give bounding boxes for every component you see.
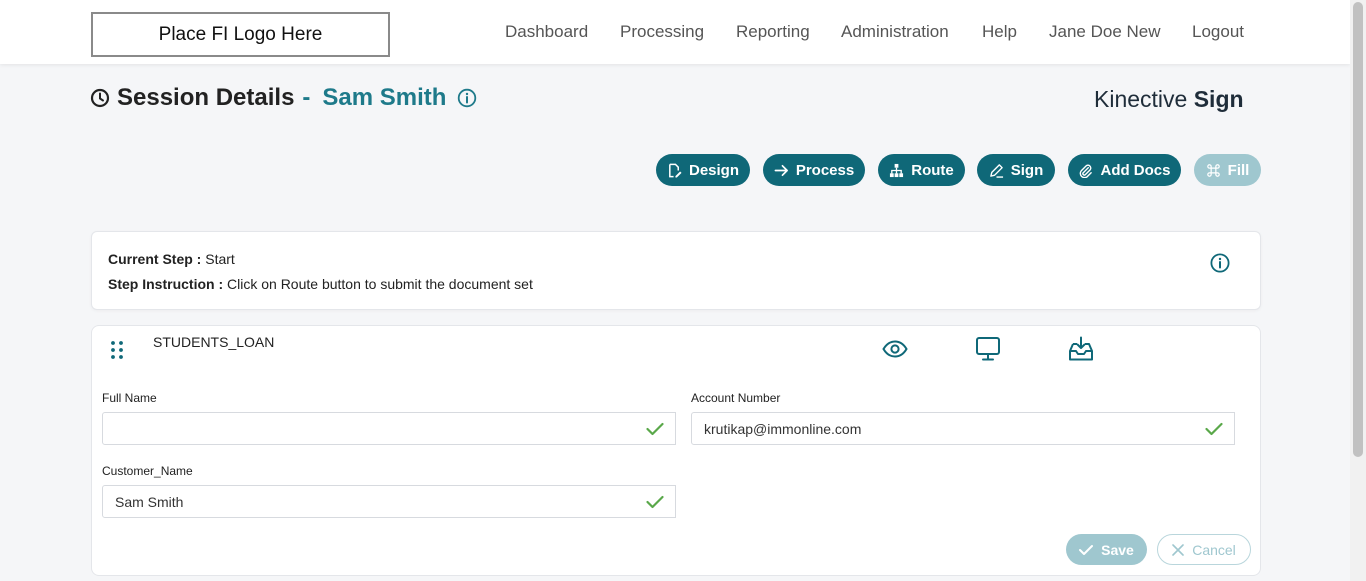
current-step-value: Start	[205, 251, 235, 267]
route-label: Route	[911, 161, 954, 179]
save-button[interactable]: Save	[1066, 534, 1147, 565]
current-step-label: Current Step :	[108, 251, 202, 267]
close-icon	[1172, 543, 1185, 556]
document-name: STUDENTS_LOAN	[153, 334, 275, 350]
drag-handle-icon[interactable]	[109, 340, 125, 360]
command-icon	[1206, 163, 1220, 177]
clock-icon	[90, 88, 110, 108]
logo-text: Place FI Logo Here	[158, 23, 323, 45]
nav-administration-label[interactable]: Administration	[841, 22, 949, 42]
check-icon	[1205, 422, 1223, 435]
save-label: Save	[1101, 541, 1134, 558]
pen-icon	[989, 163, 1003, 178]
brand-bold: Sign	[1193, 86, 1244, 112]
eye-icon[interactable]	[882, 336, 908, 362]
step-instruction-label: Step Instruction :	[108, 276, 224, 292]
nav-dashboard[interactable]: Dashboard	[505, 0, 588, 64]
document-edit-icon	[669, 163, 682, 178]
top-navbar: Place FI Logo Here Dashboard Processing …	[0, 0, 1350, 64]
info-icon[interactable]	[1209, 252, 1231, 274]
full-name-input[interactable]	[102, 412, 636, 445]
paperclip-icon	[1080, 164, 1093, 178]
signer-name: Sam Smith	[322, 84, 447, 111]
cancel-button[interactable]: Cancel	[1157, 534, 1251, 565]
fill-button[interactable]: Fill	[1194, 154, 1261, 186]
sitemap-icon	[890, 163, 904, 177]
account-number-confirm-button[interactable]	[1194, 412, 1235, 445]
brand-light: Kinective	[1094, 86, 1188, 112]
process-label: Process	[795, 161, 855, 179]
route-button[interactable]: Route	[878, 154, 965, 186]
page-title-row: Session Details - Sam Smith	[90, 82, 477, 114]
check-icon	[1079, 544, 1094, 555]
nav-processing[interactable]: Processing	[620, 0, 704, 64]
document-form-card: STUDENTS_LOAN Full Name Account Number k…	[91, 325, 1261, 576]
vertical-scrollbar[interactable]	[1350, 0, 1366, 581]
step-instruction: Step Instruction : Click on Route button…	[108, 276, 533, 292]
full-name-label: Full Name	[102, 391, 157, 405]
account-number-label: Account Number	[691, 391, 781, 405]
monitor-icon[interactable]	[975, 336, 1001, 362]
step-instruction-value: Click on Route button to submit the docu…	[227, 276, 533, 292]
nav-user-label[interactable]: Jane Doe New	[1049, 22, 1161, 42]
nav-logout[interactable]: Logout	[1192, 0, 1244, 64]
nav-reporting[interactable]: Reporting	[736, 0, 810, 64]
nav-logout-label[interactable]: Logout	[1192, 22, 1244, 42]
info-icon[interactable]	[457, 88, 477, 108]
customer-name-input[interactable]: Sam Smith	[102, 485, 636, 518]
nav-dashboard-label[interactable]: Dashboard	[505, 22, 588, 42]
check-icon	[646, 495, 664, 508]
add-docs-label: Add Docs	[1100, 161, 1171, 179]
page-title: Session Details	[117, 84, 295, 111]
add-docs-button[interactable]: Add Docs	[1068, 154, 1181, 186]
process-button[interactable]: Process	[763, 154, 865, 186]
fill-label: Fill	[1227, 161, 1250, 179]
sign-button[interactable]: Sign	[977, 154, 1055, 186]
nav-help-label[interactable]: Help	[982, 22, 1017, 42]
customer-name-label: Customer_Name	[102, 464, 193, 478]
arrow-right-icon	[774, 164, 788, 176]
nav-help[interactable]: Help	[982, 0, 1017, 64]
brand-logo: Kinective Sign	[1094, 86, 1244, 113]
sign-label: Sign	[1010, 161, 1044, 179]
nav-processing-label[interactable]: Processing	[620, 22, 704, 42]
check-icon	[646, 422, 664, 435]
scrollbar-thumb[interactable]	[1353, 2, 1363, 457]
cancel-label: Cancel	[1192, 541, 1236, 558]
nav-administration[interactable]: Administration	[841, 0, 949, 64]
logo-placeholder[interactable]: Place FI Logo Here	[91, 12, 390, 57]
nav-reporting-label[interactable]: Reporting	[736, 22, 810, 42]
step-info-card: Current Step : Start Step Instruction : …	[91, 231, 1261, 310]
nav-user[interactable]: Jane Doe New	[1049, 0, 1161, 64]
design-button[interactable]: Design	[656, 154, 750, 186]
account-number-input[interactable]: krutikap@immonline.com	[691, 412, 1195, 445]
title-separator: -	[302, 84, 311, 111]
current-step: Current Step : Start	[108, 251, 235, 267]
inbox-download-icon[interactable]	[1068, 336, 1094, 362]
design-label: Design	[688, 161, 739, 179]
full-name-confirm-button[interactable]	[635, 412, 676, 445]
customer-name-confirm-button[interactable]	[635, 485, 676, 518]
